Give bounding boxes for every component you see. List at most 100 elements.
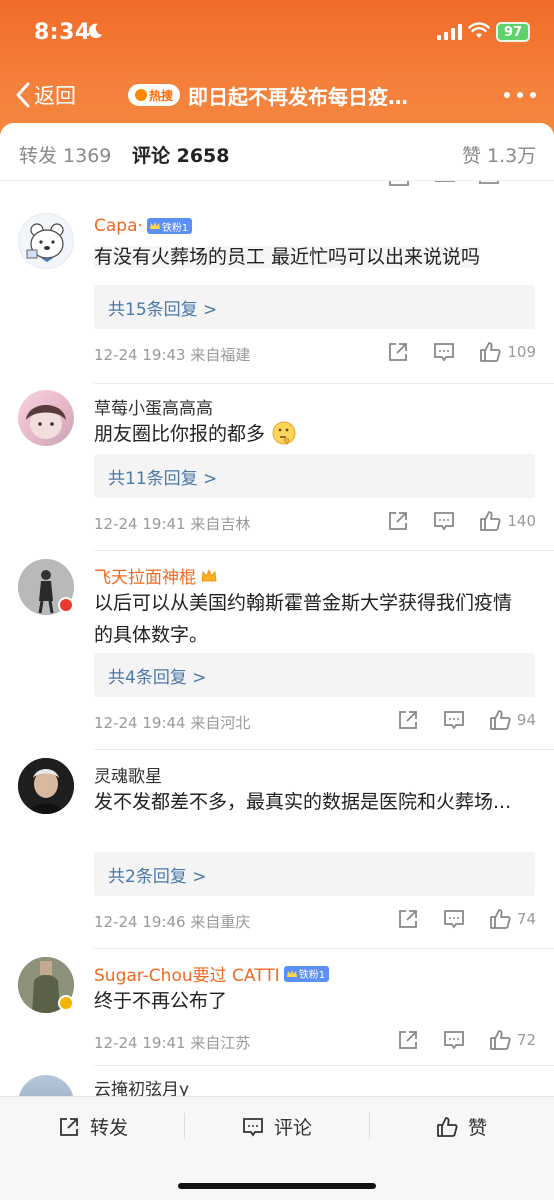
username[interactable]: 草莓小蛋高高高 xyxy=(94,394,213,419)
divider xyxy=(369,1113,370,1139)
comment-text: 以后可以从美国约翰斯霍普金斯大学获得我们疫情的具体数字。 xyxy=(94,592,513,646)
status-time: 8:34 xyxy=(34,20,91,45)
avatar[interactable] xyxy=(18,213,74,269)
page-title: 即日起不再发布每日疫… xyxy=(188,84,408,109)
back-label: 返回 xyxy=(34,84,76,108)
comment-actions: 72 xyxy=(397,1029,536,1051)
like-count: 74 xyxy=(516,910,536,928)
share-icon[interactable] xyxy=(387,341,409,363)
comment-actions: 94 xyxy=(397,709,536,731)
chevron-left-icon xyxy=(16,82,30,108)
crown-icon xyxy=(201,568,217,581)
comment-text: 终于不再公布了 xyxy=(94,990,228,1012)
repost-label: 转发 xyxy=(90,1117,129,1139)
comment-meta: 12-24 19:46 来自重庆 xyxy=(94,913,251,931)
thinking-face-icon xyxy=(272,421,296,445)
comment-actions: 140 xyxy=(387,510,536,532)
username[interactable]: Sugar-Chou要过 CATTI 铁粉1 xyxy=(94,961,330,986)
crown-icon xyxy=(286,969,297,977)
divider xyxy=(94,550,554,551)
share-icon[interactable] xyxy=(397,709,419,731)
comment-icon[interactable] xyxy=(433,510,455,532)
tab-comments[interactable]: 评论 2658 xyxy=(132,141,230,168)
divider xyxy=(94,383,554,384)
comment-meta: 12-24 19:44 来自河北 xyxy=(94,714,251,732)
more-dot xyxy=(517,92,523,98)
comment-icon[interactable] xyxy=(443,908,465,930)
battery-icon: 97 xyxy=(496,22,530,42)
comment-text-span: 有没有火葬场的员工 最近忙吗可以出来说说吗 xyxy=(94,246,481,268)
tab-likes[interactable]: 赞 1.3万 xyxy=(462,141,536,168)
signal-icon xyxy=(437,24,462,40)
nav-title: 热搜 即日起不再发布每日疫… xyxy=(128,80,408,110)
thumbs-up-icon[interactable] xyxy=(489,1029,511,1051)
verified-badge xyxy=(58,597,74,613)
bear-avatar-icon xyxy=(26,223,64,262)
replies-button[interactable]: 共15条回复 > xyxy=(94,285,535,329)
replies-button[interactable]: 共2条回复 > xyxy=(94,852,535,896)
username-text: Capa· xyxy=(94,216,143,236)
comments-card: Capa· 铁粉1 有没有火葬场的员工 最近忙吗可以出来说说吗 共15条回复 >… xyxy=(0,123,554,1200)
thumbs-up-icon[interactable] xyxy=(479,510,501,532)
status-bar: 8:34 97 xyxy=(0,0,554,66)
more-button[interactable] xyxy=(504,82,536,108)
like-count: 140 xyxy=(507,512,536,530)
comment-text: 有没有火葬场的员工 最近忙吗可以出来说说吗 xyxy=(94,241,530,273)
fan-badge: 铁粉1 xyxy=(283,965,330,982)
man-avatar-icon xyxy=(18,758,74,814)
comment-text: 朋友圈比你报的都多 xyxy=(94,418,530,450)
hot-search-badge: 热搜 xyxy=(128,84,180,106)
comment-meta: 12-24 19:41 来自江苏 xyxy=(94,1034,251,1052)
comment-icon[interactable] xyxy=(433,341,455,363)
comment-meta: 12-24 19:43 来自福建 xyxy=(94,346,251,364)
fan-badge: 铁粉1 xyxy=(146,218,193,234)
wifi-icon xyxy=(468,22,490,38)
avatar[interactable] xyxy=(18,390,74,446)
repost-button[interactable]: 转发 xyxy=(58,1113,128,1140)
like-button[interactable]: 赞 xyxy=(436,1113,487,1140)
divider xyxy=(94,948,554,949)
more-dot xyxy=(504,92,510,98)
flame-icon xyxy=(134,89,147,101)
replies-button[interactable]: 共11条回复 > xyxy=(94,454,535,498)
comment-button[interactable]: 评论 xyxy=(242,1113,312,1140)
hot-badge-label: 热搜 xyxy=(148,88,173,103)
share-icon[interactable] xyxy=(397,908,419,930)
thumbs-up-icon[interactable] xyxy=(489,908,511,930)
comment-actions: 109 xyxy=(387,341,536,363)
back-button[interactable]: 返回 xyxy=(14,78,76,112)
username[interactable]: 灵魂歌星 xyxy=(94,762,162,787)
thumbs-up-icon[interactable] xyxy=(489,709,511,731)
home-indicator xyxy=(178,1183,376,1189)
username-text: 飞天拉面神棍 xyxy=(94,568,196,588)
comment-label: 评论 xyxy=(274,1117,313,1139)
divider xyxy=(184,1113,185,1139)
share-icon[interactable] xyxy=(397,1029,419,1051)
comment-icon[interactable] xyxy=(443,1029,465,1051)
like-count: 94 xyxy=(516,711,536,729)
battery-level: 97 xyxy=(503,24,523,40)
comment-icon xyxy=(243,1117,263,1137)
thumbs-up-icon xyxy=(437,1116,458,1137)
divider xyxy=(94,1065,554,1066)
fan-badge-label: 铁粉1 xyxy=(298,970,326,981)
moon-icon xyxy=(88,23,103,39)
replies-button[interactable]: 共4条回复 > xyxy=(94,653,535,697)
thumbs-up-icon[interactable] xyxy=(479,341,501,363)
avatar[interactable] xyxy=(18,758,74,814)
comment-icon[interactable] xyxy=(443,709,465,731)
nav-bar: 返回 热搜 即日起不再发布每日疫… xyxy=(0,70,554,120)
username[interactable]: Capa· 铁粉1 xyxy=(94,216,193,236)
comment-actions: 74 xyxy=(397,908,536,930)
username-text: 草莓小蛋高高高 xyxy=(94,399,213,419)
username-text: Sugar-Chou要过 CATTI xyxy=(94,966,280,986)
comment-text: 发不发都差不多，最真实的数据是医院和火葬场... xyxy=(94,791,512,813)
username[interactable]: 飞天拉面神棍 xyxy=(94,563,218,588)
verified-badge xyxy=(58,995,74,1011)
like-label: 赞 xyxy=(468,1117,488,1139)
like-count: 72 xyxy=(516,1031,536,1049)
share-icon[interactable] xyxy=(387,510,409,532)
more-dot xyxy=(530,92,536,98)
tab-repost[interactable]: 转发 1369 xyxy=(19,141,111,168)
like-count: 109 xyxy=(507,343,536,361)
